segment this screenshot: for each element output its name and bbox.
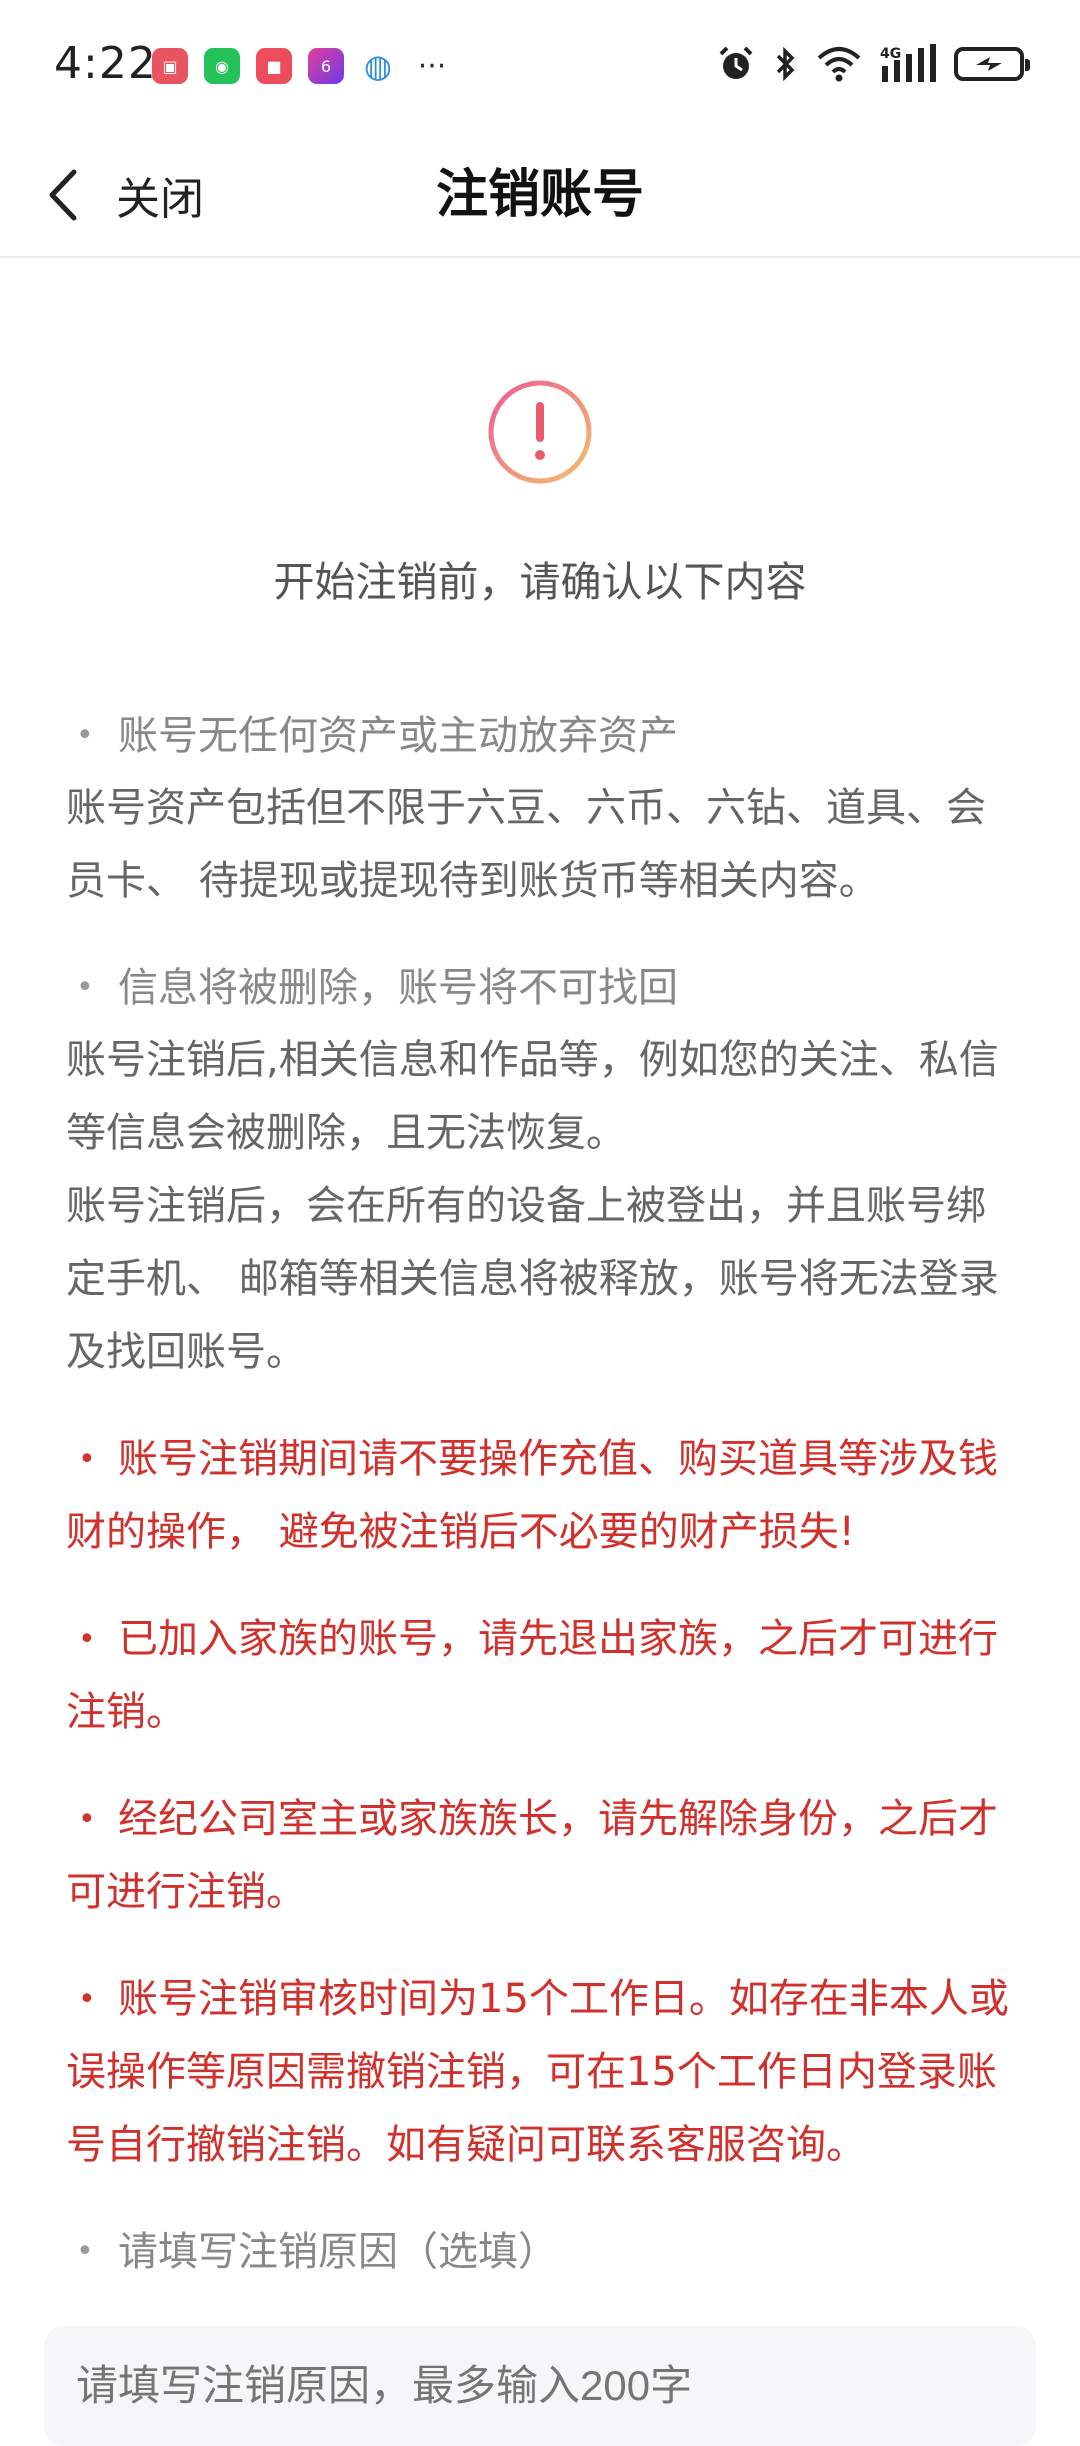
section-body: 账号注销后,相关信息和作品等，例如您的关注、私信等信息会被删除，且无法恢复。: [66, 1037, 999, 1156]
network-type-label: 4G: [880, 46, 901, 62]
warning-item: 经纪公司室主或家族族长，请先解除身份，之后才可进行注销。: [66, 1783, 1016, 1929]
browser-icon: ◍: [364, 47, 392, 85]
more-notifications-icon: ···: [417, 48, 447, 84]
page-title: 注销账号: [435, 165, 644, 225]
intro-text: 开始注销前，请确认以下内容: [273, 558, 807, 606]
cancellation-reason-input[interactable]: [44, 2326, 1036, 2446]
warning-item: 账号注销审核时间为15个工作日。如存在非本人或误操作等原因需撤销注销，可在15个…: [66, 1963, 1016, 2182]
exclamation-warning-icon: [486, 378, 594, 486]
section-heading: 账号无任何资产或主动放弃资产: [66, 700, 1016, 772]
wechat-icon: ◉: [204, 48, 240, 84]
red-app-icon: ■: [256, 48, 292, 84]
terms-content: 账号无任何资产或主动放弃资产 账号资产包括但不限于六豆、六币、六钻、道具、会员卡…: [66, 700, 1016, 2288]
status-time: 4:22: [54, 38, 157, 89]
wifi-icon: [817, 47, 861, 82]
warning-item: 账号注销期间请不要操作充值、购买道具等涉及钱财的操作， 避免被注销后不必要的财产…: [66, 1423, 1016, 1569]
battery-charging-icon: [954, 47, 1030, 81]
reason-heading: 请填写注销原因（选填）: [66, 2216, 1016, 2288]
cellular-signal-icon: 4G: [880, 44, 936, 82]
section-heading: 信息将被删除，账号将不可找回: [66, 952, 1016, 1024]
section-body: 账号注销后，会在所有的设备上被登出，并且账号绑定手机、 邮箱等相关信息将被释放，…: [66, 1183, 999, 1375]
section-assets: 账号无任何资产或主动放弃资产 账号资产包括但不限于六豆、六币、六钻、道具、会员卡…: [66, 700, 1016, 918]
status-bar: 4:22 ▣ ◉ ■ 6 ◍ ··· 4G: [0, 0, 1080, 132]
notification-icons: ▣ ◉ ■ 6 ◍ ···: [152, 47, 452, 85]
section-body: 账号资产包括但不限于六豆、六币、六钻、道具、会员卡、 待提现或提现待到账货币等相…: [66, 785, 986, 904]
system-icons: 4G: [716, 44, 1030, 84]
navigation-bar: 关闭 注销账号: [0, 132, 1080, 258]
warning-item: 已加入家族的账号，请先退出家族，之后才可进行注销。: [66, 1603, 1016, 1749]
huawei-app-icon: ▣: [152, 48, 188, 84]
section-info: 信息将被删除，账号将不可找回 账号注销后,相关信息和作品等，例如您的关注、私信等…: [66, 952, 1016, 1389]
video-app-icon: 6: [308, 48, 344, 84]
alarm-icon: [719, 46, 753, 79]
bluetooth-icon: [776, 46, 795, 82]
